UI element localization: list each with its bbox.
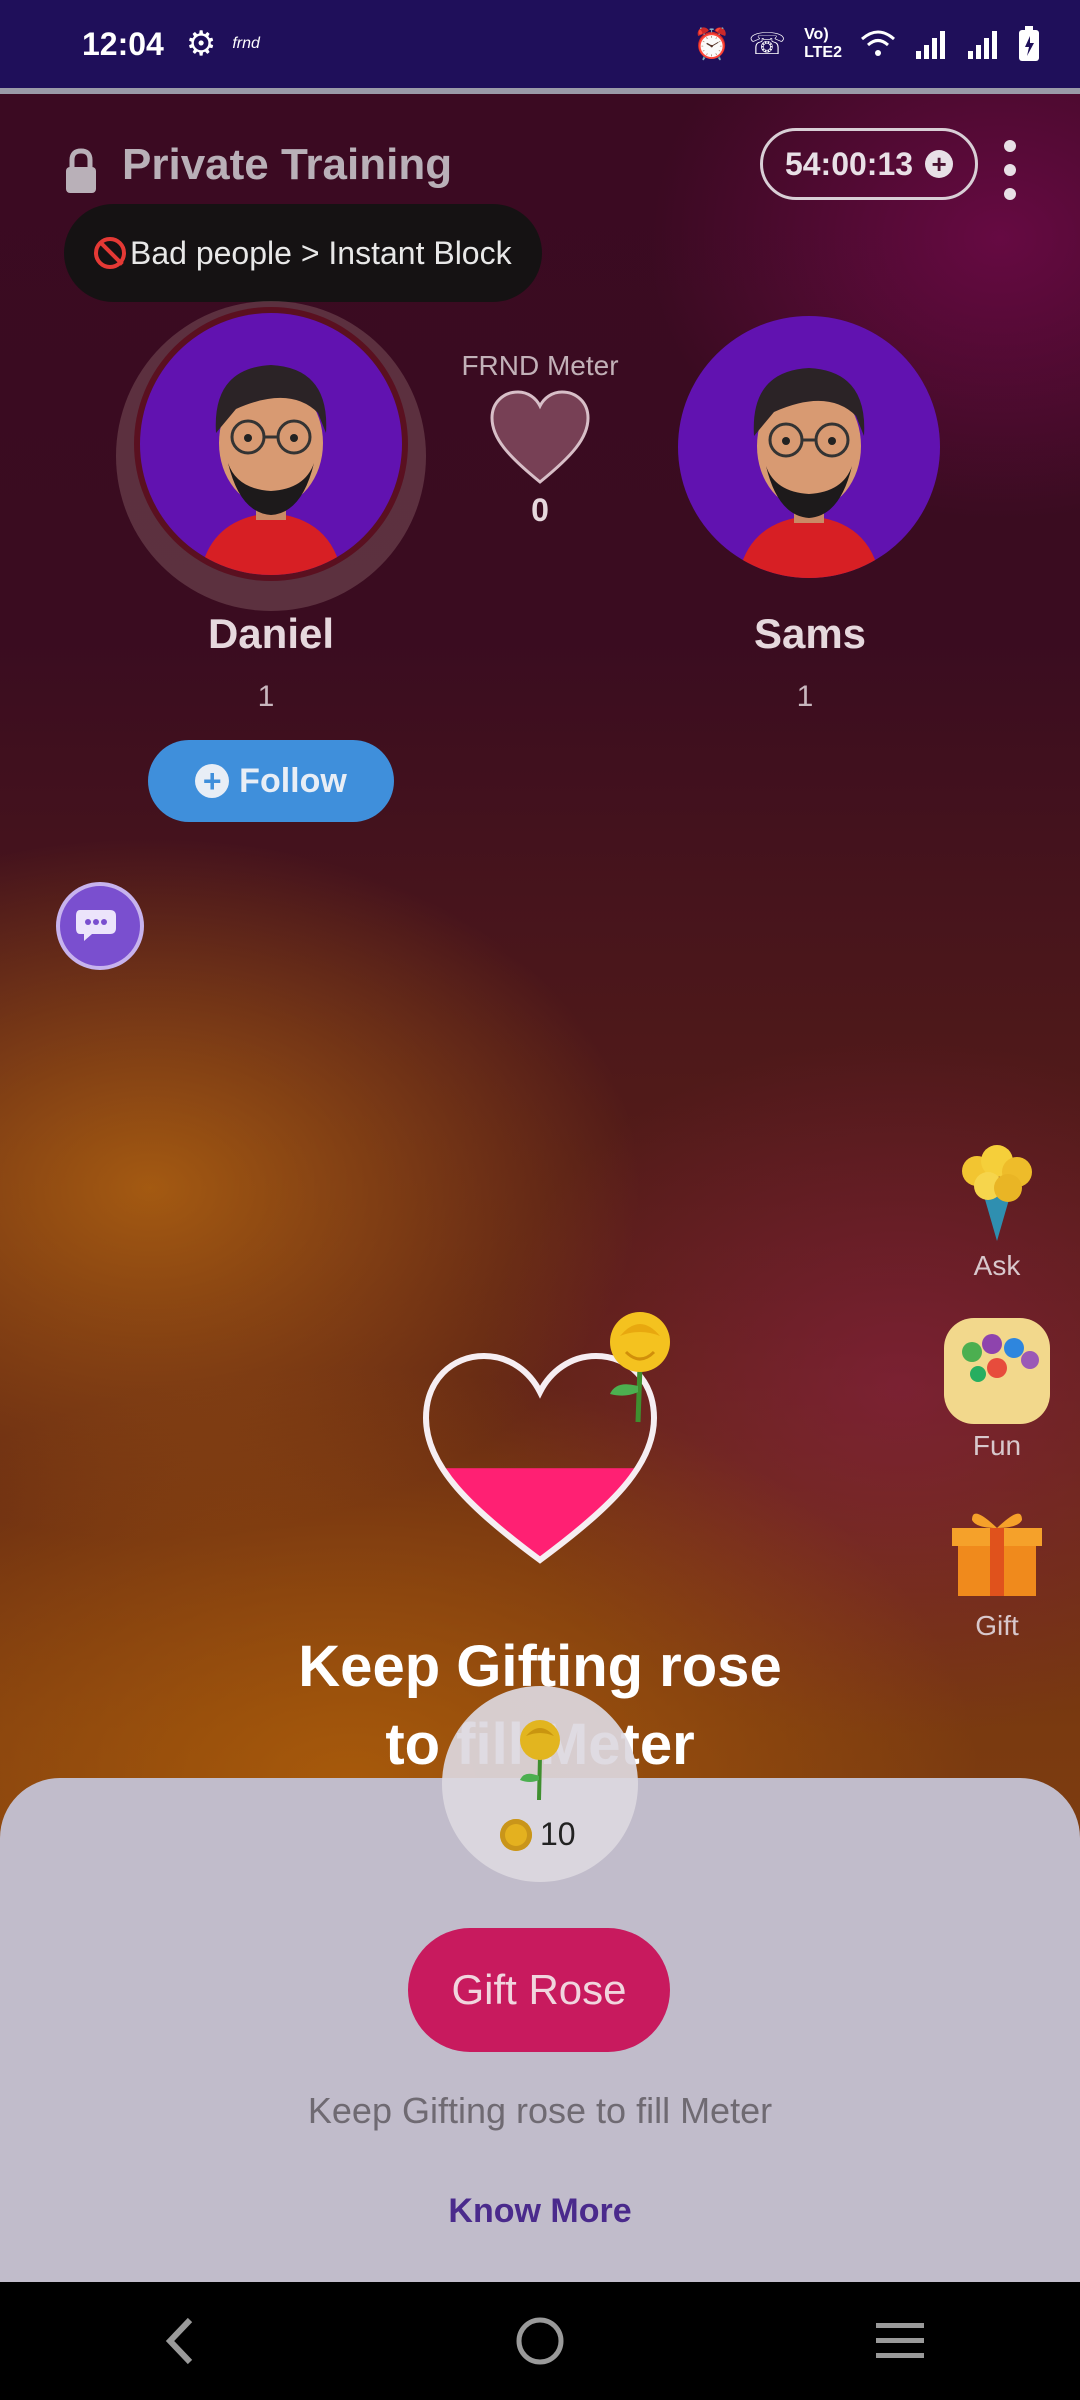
volte-icon: Vo) LTE2 <box>804 26 842 61</box>
gear-icon: ⚙ <box>185 25 217 63</box>
navigation-bar <box>0 2282 1080 2400</box>
user-name-left: Daniel <box>207 610 335 657</box>
page-title: Private Training <box>122 140 453 189</box>
user-level-right: 1 <box>796 680 814 713</box>
rose-icon <box>610 1312 670 1423</box>
status-bar: 12:04 ⚙ frnd ⏰ ☏ Vo) LTE2 <box>0 0 1080 88</box>
call-icon: ☏ <box>748 27 787 61</box>
avatar[interactable] <box>678 316 940 578</box>
user-name-right: Sams <box>753 610 867 657</box>
follow-button[interactable]: + Follow <box>148 740 394 822</box>
fun-label: Fun <box>972 1430 1022 1461</box>
home-button[interactable] <box>480 2301 600 2381</box>
gift-rose-button[interactable]: Gift Rose <box>408 1928 670 2052</box>
follow-label: Follow <box>239 761 347 800</box>
meter-label: FRND Meter <box>461 350 619 381</box>
user-level-left: 1 <box>257 680 275 713</box>
status-icons: ⏰ ☏ Vo) LTE2 <box>693 26 1040 62</box>
wifi-icon <box>861 30 895 56</box>
battery-icon <box>1019 26 1039 61</box>
recents-button[interactable] <box>840 2301 960 2381</box>
chat-bubbles-icon <box>76 910 116 941</box>
gift-label: Gift <box>975 1610 1019 1641</box>
sheet-hint: Keep Gifting rose to fill Meter <box>307 2090 773 2131</box>
coin-icon <box>500 1818 532 1851</box>
more-options-icon[interactable] <box>998 140 1022 200</box>
avatar[interactable] <box>140 313 402 575</box>
timer-value: 54:00:13 <box>784 145 914 182</box>
block-icon <box>94 237 126 269</box>
signal-icon <box>968 31 997 59</box>
meter-count: 0 <box>531 492 549 528</box>
flower-bouquet-icon <box>962 1145 1032 1241</box>
block-toast: Bad people > Instant Block <box>64 204 542 302</box>
gift-box-icon <box>952 1513 1042 1596</box>
gift-button[interactable]: Gift <box>930 1496 1064 1642</box>
rose-icon <box>520 1720 560 1801</box>
home-icon <box>516 2317 564 2365</box>
price-value: 10 <box>540 1816 576 1852</box>
alarm-icon: ⏰ <box>693 27 731 61</box>
menu-icon <box>876 2323 924 2358</box>
bubble-game-icon <box>944 1318 1050 1424</box>
know-more-link[interactable]: Know More <box>0 2192 1080 2231</box>
room-stage: Private Training 54:00:13 + Bad people >… <box>0 88 1080 2282</box>
timer-button[interactable]: 54:00:13 + <box>760 128 978 200</box>
plus-icon: + <box>195 764 230 798</box>
status-time: 12:04 <box>82 25 164 62</box>
ask-label: Ask <box>973 1250 1021 1281</box>
back-icon <box>165 2317 193 2365</box>
back-button[interactable] <box>120 2301 240 2381</box>
heart-icon <box>490 390 590 484</box>
add-time-icon: + <box>925 150 954 178</box>
rose-price: 10 <box>500 1816 576 1853</box>
signal-icon <box>916 31 945 59</box>
lock-icon <box>66 148 96 193</box>
fun-button[interactable]: Fun <box>930 1316 1064 1462</box>
divider <box>0 88 1080 94</box>
chat-button[interactable] <box>56 882 144 970</box>
toast-text: Bad people > Instant Block <box>130 234 512 271</box>
ask-button[interactable]: Ask <box>930 1136 1064 1282</box>
status-app-mark: frnd <box>232 35 260 52</box>
